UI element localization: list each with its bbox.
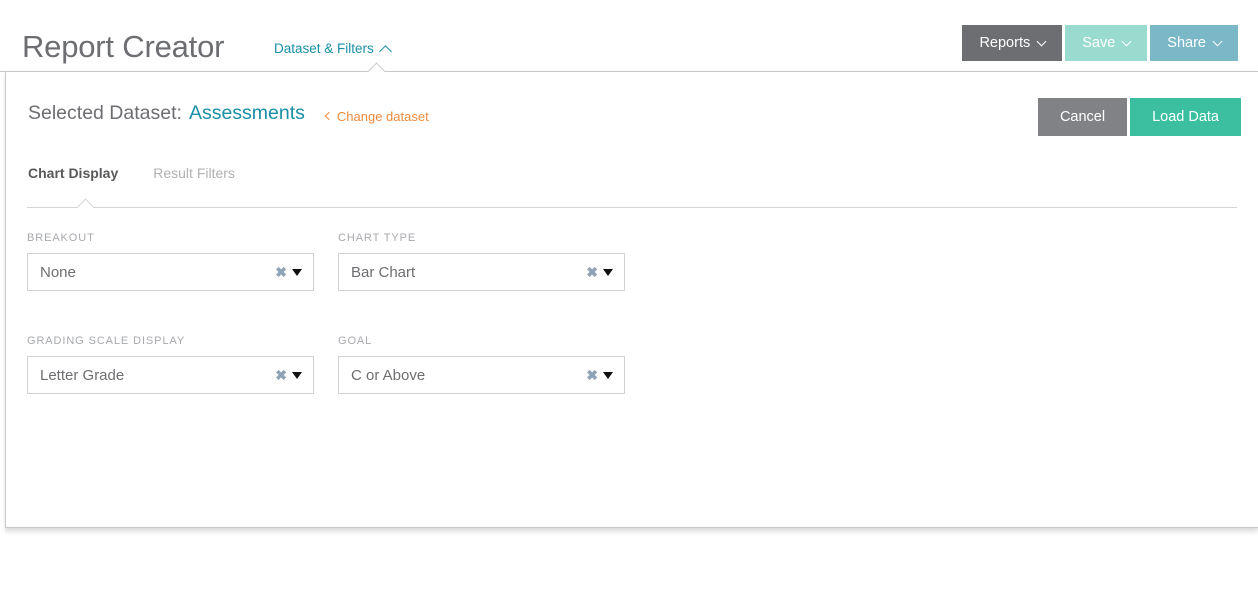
goal-select-value: C or Above: [351, 366, 426, 384]
share-button-label: Share: [1167, 35, 1206, 51]
chevron-down-icon[interactable]: [603, 371, 613, 379]
clear-x-icon[interactable]: ✖: [275, 265, 287, 279]
selected-dataset-row: Selected Dataset: Assessments Change dat…: [28, 102, 429, 125]
active-tab-notch: [73, 197, 97, 208]
breakout-field-label: BREAKOUT: [27, 232, 95, 244]
goal-field-label: GOAL: [338, 335, 373, 347]
grading-scale-display-field-label: GRADING SCALE DISPLAY: [27, 335, 186, 347]
tab-divider: [27, 207, 1237, 210]
change-dataset-link[interactable]: Change dataset: [324, 108, 429, 124]
chevron-down-icon: [1036, 36, 1047, 46]
panel-action-buttons: Cancel Load Data: [1037, 98, 1241, 136]
chart-type-field-label: CHART TYPE: [338, 232, 417, 244]
chart-type-select[interactable]: Bar Chart ✖: [338, 253, 625, 291]
breakout-select[interactable]: None ✖: [27, 253, 314, 291]
reports-button[interactable]: Reports: [962, 25, 1063, 61]
clear-x-icon[interactable]: ✖: [586, 368, 598, 382]
panel-pointer-notch: [364, 61, 388, 72]
chevron-down-icon: [1212, 36, 1223, 46]
reports-button-label: Reports: [979, 35, 1031, 51]
top-header-bar: Report Creator Dataset & Filters Reports…: [0, 0, 1258, 72]
chevron-up-icon: [378, 44, 392, 58]
goal-select-icons: ✖: [586, 368, 624, 382]
tab-divider-line: [27, 207, 1237, 208]
save-button-label: Save: [1082, 35, 1116, 51]
form-row-two: GRADING SCALE DISPLAY Letter Grade ✖ GOA…: [6, 335, 1258, 438]
clear-x-icon[interactable]: ✖: [586, 265, 598, 279]
dataset-and-filters-label: Dataset & Filters: [274, 41, 374, 56]
chart-display-form: BREAKOUT None ✖ CHART TYPE Bar Chart ✖ G…: [6, 232, 1258, 438]
grading-scale-display-field: GRADING SCALE DISPLAY Letter Grade ✖: [27, 335, 314, 394]
selected-dataset-value[interactable]: Assessments: [189, 102, 305, 125]
header-button-group: Reports Save Share: [962, 25, 1238, 61]
grading-scale-display-select-icons: ✖: [275, 368, 313, 382]
breakout-select-value: None: [40, 263, 76, 281]
panel-tabs: Chart Display Result Filters: [28, 165, 235, 191]
change-dataset-label: Change dataset: [336, 108, 429, 124]
tab-chart-display[interactable]: Chart Display: [28, 165, 118, 191]
chevron-left-icon: [324, 111, 334, 121]
form-row-one: BREAKOUT None ✖ CHART TYPE Bar Chart ✖: [6, 232, 1258, 335]
chart-type-field: CHART TYPE Bar Chart ✖: [338, 232, 625, 291]
selected-dataset-label: Selected Dataset:: [28, 102, 182, 124]
tab-result-filters[interactable]: Result Filters: [153, 165, 235, 191]
breakout-field: BREAKOUT None ✖: [27, 232, 314, 291]
load-data-button[interactable]: Load Data: [1130, 98, 1241, 136]
chart-type-select-value: Bar Chart: [351, 263, 416, 281]
chevron-down-icon[interactable]: [603, 268, 613, 276]
clear-x-icon[interactable]: ✖: [275, 368, 287, 382]
chevron-down-icon: [1121, 36, 1132, 46]
cancel-button[interactable]: Cancel: [1037, 98, 1128, 136]
dataset-and-filters-toggle[interactable]: Dataset & Filters: [274, 40, 392, 58]
grading-scale-display-select-value: Letter Grade: [40, 366, 125, 384]
chart-type-select-icons: ✖: [586, 265, 624, 279]
dataset-filters-panel: Selected Dataset: Assessments Change dat…: [5, 72, 1258, 528]
grading-scale-display-select[interactable]: Letter Grade ✖: [27, 356, 314, 394]
chevron-down-icon[interactable]: [292, 268, 302, 276]
chevron-down-icon[interactable]: [292, 371, 302, 379]
goal-select[interactable]: C or Above ✖: [338, 356, 625, 394]
breakout-select-icons: ✖: [275, 265, 313, 279]
save-button[interactable]: Save: [1065, 25, 1148, 61]
share-button[interactable]: Share: [1150, 25, 1238, 61]
panel-drop-shadow: [5, 528, 1258, 536]
page-title: Report Creator: [22, 29, 225, 64]
goal-field: GOAL C or Above ✖: [338, 335, 625, 394]
